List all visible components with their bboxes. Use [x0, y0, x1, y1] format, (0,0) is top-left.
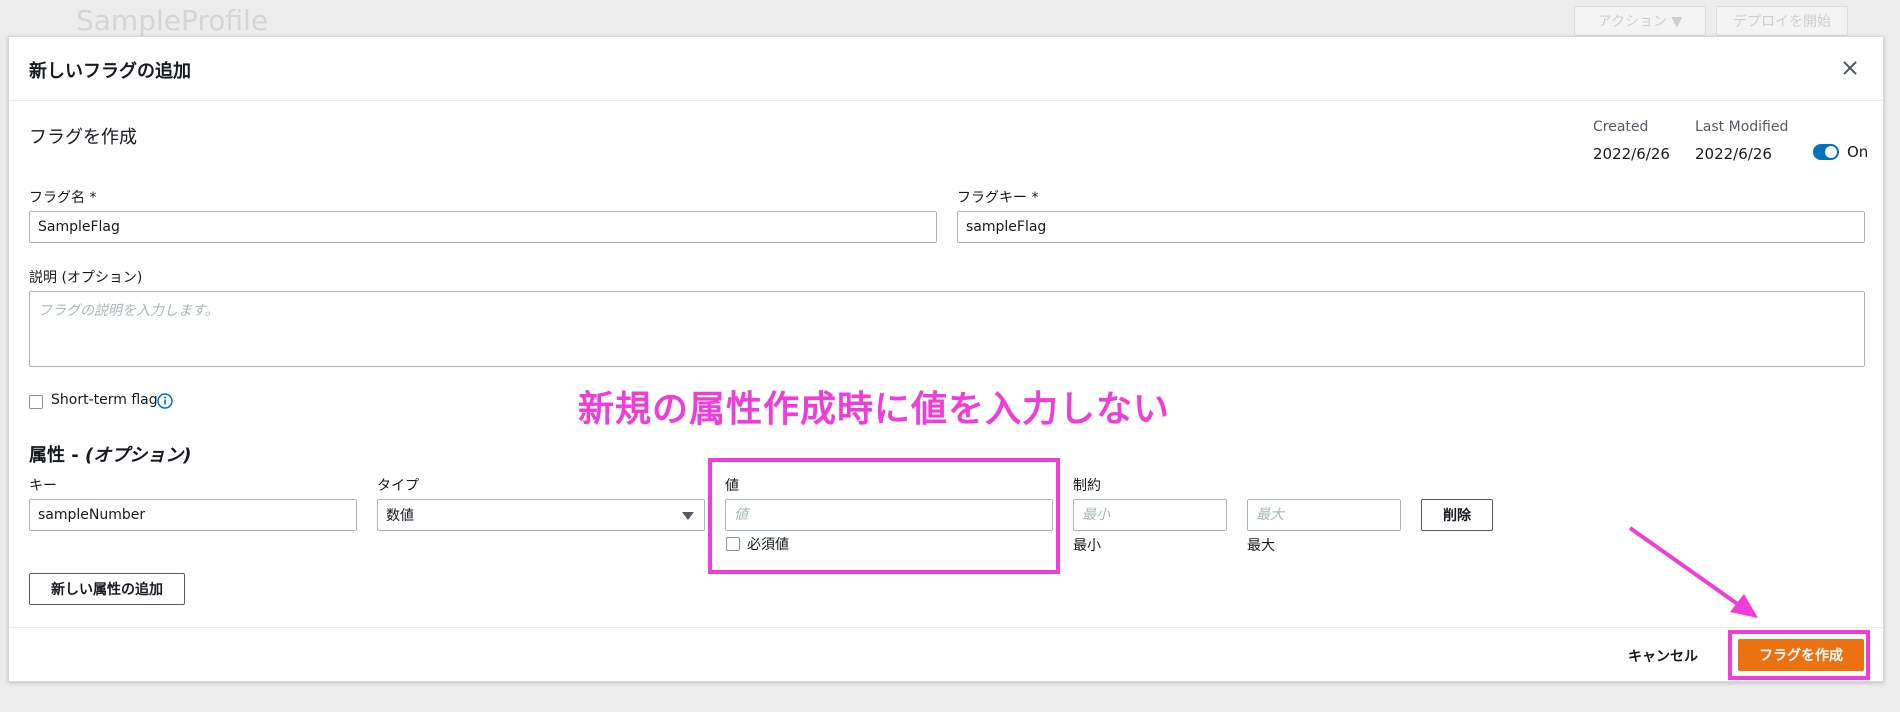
attributes-title: 属性 - (オプション): [29, 441, 191, 467]
constraint-label: 制約: [1073, 478, 1101, 494]
create-flag-button[interactable]: フラグを作成: [1738, 639, 1864, 671]
flag-key-input[interactable]: [957, 211, 1865, 243]
chevron-down-icon: [682, 512, 694, 520]
background-deploy-button: デプロイを開始: [1716, 6, 1848, 36]
max-input[interactable]: [1247, 499, 1401, 531]
modal-title: 新しいフラグの追加: [29, 61, 191, 82]
modified-value: 2022/6/26: [1695, 145, 1772, 163]
modified-info: Last Modified 2022/6/26: [1695, 119, 1788, 163]
close-icon[interactable]: [1837, 55, 1863, 81]
created-value: 2022/6/26: [1593, 145, 1670, 163]
short-term-label: Short-term flag: [51, 392, 158, 408]
short-term-checkbox[interactable]: [29, 395, 43, 409]
background-actions-button: アクション ▼: [1574, 6, 1706, 36]
info-icon[interactable]: [157, 393, 173, 409]
attr-type-label: タイプ: [377, 478, 419, 494]
toggle-switch[interactable]: [1813, 144, 1839, 160]
flag-name-label: フラグ名 *: [29, 190, 97, 206]
arrow-icon: [1628, 526, 1758, 618]
modal-header: 新しいフラグの追加: [9, 37, 1883, 101]
modified-label: Last Modified: [1695, 119, 1789, 135]
value-field-highlight: [708, 458, 1060, 574]
attr-key-input[interactable]: [29, 499, 357, 531]
background-page-title: SampleProfile: [76, 4, 269, 37]
description-textarea[interactable]: [29, 291, 1865, 367]
attr-type-value: 数値: [386, 508, 414, 524]
toggle-label: On: [1847, 143, 1869, 161]
attr-key-label: キー: [29, 478, 57, 494]
description-label: 説明 (オプション): [29, 270, 143, 286]
annotation-text: 新規の属性作成時に値を入力しない: [578, 389, 1171, 430]
attr-type-select[interactable]: 数値: [377, 499, 705, 531]
cancel-button[interactable]: キャンセル: [1628, 646, 1698, 666]
min-caption: 最小: [1073, 538, 1101, 554]
created-info: Created 2022/6/26: [1593, 119, 1670, 163]
section-title: フラグを作成: [29, 127, 137, 148]
created-label: Created: [1593, 119, 1649, 135]
delete-attribute-button[interactable]: 削除: [1421, 499, 1493, 531]
flag-key-label: フラグキー *: [957, 190, 1039, 206]
attributes-title-optional: (オプション): [85, 445, 192, 466]
add-flag-modal: 新しいフラグの追加 フラグを作成 Created 2022/6/26 Last …: [8, 36, 1884, 682]
max-caption: 最大: [1247, 538, 1275, 554]
flag-name-input[interactable]: [29, 211, 937, 243]
attributes-title-main: 属性 -: [29, 445, 86, 466]
enabled-toggle[interactable]: On: [1813, 143, 1868, 161]
min-input[interactable]: [1073, 499, 1227, 531]
add-attribute-button[interactable]: 新しい属性の追加: [29, 573, 185, 605]
modal-footer: [9, 627, 1883, 683]
